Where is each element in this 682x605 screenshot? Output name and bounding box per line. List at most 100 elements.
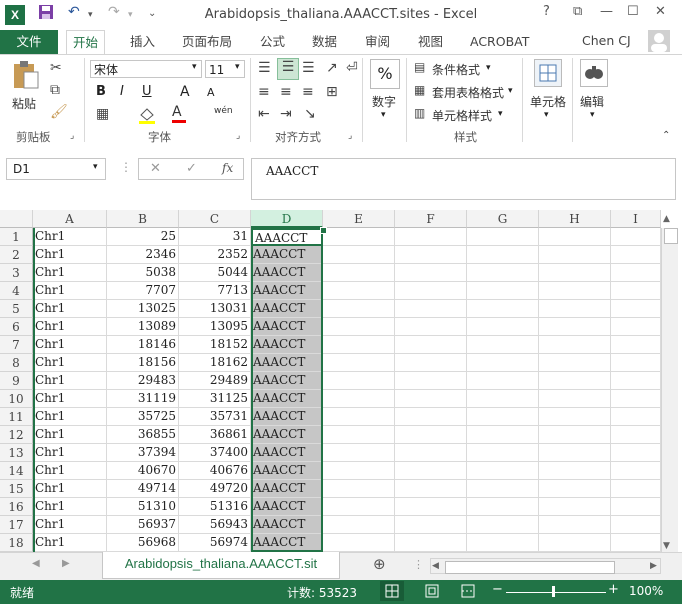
table-cell[interactable]: Chr1 xyxy=(33,498,107,516)
scroll-down-icon[interactable]: ▼ xyxy=(663,541,670,551)
tab-acrobat[interactable]: ACROBAT xyxy=(464,30,535,54)
table-cell[interactable] xyxy=(467,390,539,408)
table-cell[interactable] xyxy=(467,264,539,282)
ribbon-display-icon[interactable]: ⧉ xyxy=(573,4,582,19)
table-cell[interactable]: Chr1 xyxy=(33,426,107,444)
add-sheet-icon[interactable]: ⊕ xyxy=(373,555,386,573)
normal-view-icon[interactable] xyxy=(380,581,404,601)
page-layout-view-icon[interactable] xyxy=(420,581,444,601)
table-cell[interactable] xyxy=(611,426,661,444)
chevron-down-icon[interactable]: ▾ xyxy=(486,63,491,73)
row-header[interactable]: 13 xyxy=(0,444,33,462)
align-left-icon[interactable]: ≡ xyxy=(258,84,270,100)
formula-bar-grip-icon[interactable]: ⋮ xyxy=(120,160,132,174)
table-cell[interactable] xyxy=(395,354,467,372)
formula-input[interactable]: AAACCT xyxy=(251,158,676,200)
row-header[interactable]: 10 xyxy=(0,390,33,408)
table-cell[interactable] xyxy=(467,228,539,246)
table-cell[interactable] xyxy=(539,498,611,516)
number-format-icon[interactable]: % xyxy=(370,59,400,89)
table-cell[interactable] xyxy=(323,408,395,426)
table-cell[interactable] xyxy=(539,246,611,264)
table-cell[interactable] xyxy=(395,300,467,318)
shrink-font-button[interactable]: A xyxy=(207,86,215,99)
table-cell[interactable] xyxy=(467,246,539,264)
enter-icon[interactable]: ✓ xyxy=(186,161,197,176)
table-cell[interactable]: Chr1 xyxy=(33,408,107,426)
table-cell[interactable] xyxy=(467,480,539,498)
table-cell[interactable] xyxy=(611,480,661,498)
user-name[interactable]: Chen CJ xyxy=(582,33,631,48)
table-cell[interactable] xyxy=(611,264,661,282)
fill-color-icon[interactable] xyxy=(138,106,156,128)
table-cell[interactable]: Chr1 xyxy=(33,282,107,300)
table-cell[interactable]: 56968 xyxy=(107,534,179,552)
close-button[interactable]: ✕ xyxy=(655,4,666,19)
fill-handle[interactable] xyxy=(320,227,327,234)
cut-icon[interactable]: ✂ xyxy=(50,60,62,76)
table-cell[interactable]: 7707 xyxy=(107,282,179,300)
table-cell[interactable]: Chr1 xyxy=(33,246,107,264)
table-cell[interactable] xyxy=(467,318,539,336)
table-cell[interactable] xyxy=(539,390,611,408)
copy-icon[interactable]: ⧉ xyxy=(50,82,60,98)
table-cell[interactable] xyxy=(539,534,611,552)
table-cell[interactable]: Chr1 xyxy=(33,318,107,336)
row-header[interactable]: 16 xyxy=(0,498,33,516)
zoom-slider[interactable] xyxy=(506,592,606,593)
table-cell[interactable]: 13031 xyxy=(179,300,251,318)
cells-label[interactable]: 单元格 xyxy=(530,93,566,110)
table-cell[interactable]: AAACCT xyxy=(251,228,323,246)
table-cell[interactable] xyxy=(611,372,661,390)
table-cell[interactable] xyxy=(467,336,539,354)
table-cell[interactable]: 18162 xyxy=(179,354,251,372)
font-launcher-icon[interactable]: ⌟ xyxy=(236,131,240,141)
table-cell[interactable] xyxy=(467,534,539,552)
table-cell[interactable]: Chr1 xyxy=(33,516,107,534)
scroll-up-icon[interactable]: ▲ xyxy=(663,214,670,224)
table-cell[interactable] xyxy=(467,426,539,444)
table-cell[interactable] xyxy=(539,282,611,300)
editing-label[interactable]: 编辑 xyxy=(580,93,604,110)
table-cell[interactable]: Chr1 xyxy=(33,300,107,318)
table-cell[interactable] xyxy=(539,318,611,336)
cells-icon[interactable] xyxy=(534,59,562,87)
table-cell[interactable]: Chr1 xyxy=(33,480,107,498)
table-cell[interactable]: 51310 xyxy=(107,498,179,516)
table-cell[interactable]: AAACCT xyxy=(251,318,323,336)
table-cell[interactable]: 31125 xyxy=(179,390,251,408)
table-cell[interactable] xyxy=(611,408,661,426)
tab-home[interactable]: 开始 xyxy=(66,30,106,55)
table-cell[interactable]: 35731 xyxy=(179,408,251,426)
table-cell[interactable]: 56974 xyxy=(179,534,251,552)
table-cell[interactable]: 51316 xyxy=(179,498,251,516)
row-header[interactable]: 11 xyxy=(0,408,33,426)
orientation-icon[interactable]: ↗ xyxy=(326,60,338,76)
table-cell[interactable]: Chr1 xyxy=(33,534,107,552)
horizontal-scroll-thumb[interactable] xyxy=(445,561,615,574)
font-color-icon[interactable]: A xyxy=(172,104,186,123)
table-cell[interactable]: 56943 xyxy=(179,516,251,534)
table-cell[interactable] xyxy=(323,444,395,462)
table-cell[interactable] xyxy=(611,516,661,534)
table-cell[interactable] xyxy=(611,318,661,336)
table-cell[interactable] xyxy=(323,372,395,390)
table-cell[interactable]: 31 xyxy=(179,228,251,246)
row-header[interactable]: 17 xyxy=(0,516,33,534)
table-cell[interactable]: AAACCT xyxy=(251,462,323,480)
alignment-launcher-icon[interactable]: ⌟ xyxy=(348,131,352,141)
decrease-indent-icon[interactable]: ⇤ xyxy=(258,106,270,122)
table-cell[interactable] xyxy=(323,282,395,300)
row-header[interactable]: 8 xyxy=(0,354,33,372)
table-cell[interactable] xyxy=(323,228,395,246)
minimize-button[interactable]: — xyxy=(600,4,613,19)
table-cell[interactable]: Chr1 xyxy=(33,462,107,480)
table-cell[interactable]: 36861 xyxy=(179,426,251,444)
table-cell[interactable]: AAACCT xyxy=(251,390,323,408)
scroll-right-icon[interactable]: ▶ xyxy=(650,561,657,571)
table-cell[interactable]: 13089 xyxy=(107,318,179,336)
table-cell[interactable] xyxy=(323,480,395,498)
table-cell[interactable] xyxy=(539,426,611,444)
table-cell[interactable] xyxy=(395,498,467,516)
table-cell[interactable]: 49714 xyxy=(107,480,179,498)
